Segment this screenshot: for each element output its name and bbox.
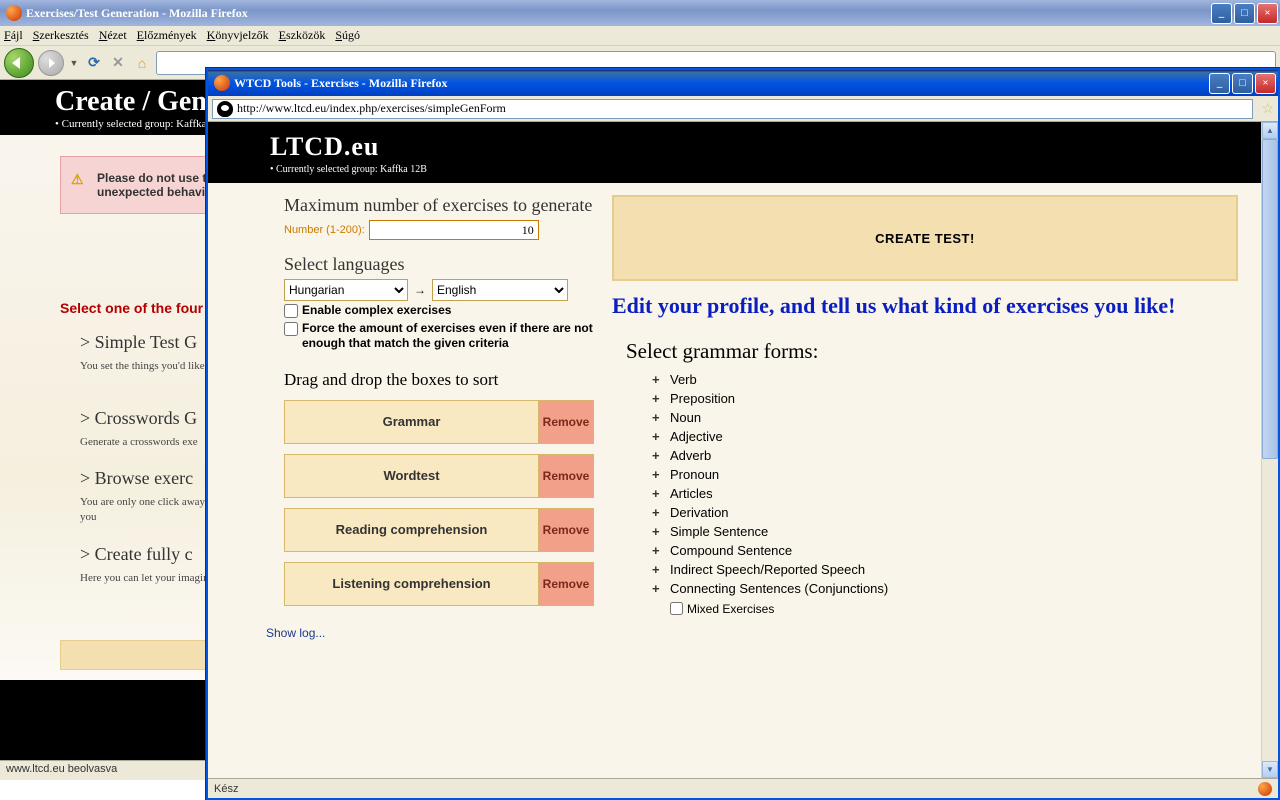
remove-button[interactable]: Remove	[539, 509, 593, 551]
back-button[interactable]	[4, 48, 34, 78]
url-text: http://www.ltcd.eu/index.php/exercises/s…	[237, 101, 506, 116]
fore-url-bar[interactable]: http://www.ltcd.eu/index.php/exercises/s…	[212, 99, 1253, 119]
bg-window-title: Exercises/Test Generation - Mozilla Fire…	[26, 6, 1211, 21]
mixed-exercises-row[interactable]: Mixed Exercises	[670, 602, 1238, 616]
selected-group: Currently selected group: Kaffka 12B	[270, 164, 1278, 175]
firefox-icon	[214, 75, 230, 91]
bg-option-title: > Crosswords G	[80, 408, 198, 429]
maximize-button[interactable]: □	[1234, 3, 1255, 24]
grammar-item[interactable]: Connecting Sentences (Conjunctions)	[652, 579, 1238, 598]
reload-icon[interactable]: ⟳	[84, 53, 104, 73]
grammar-item[interactable]: Adjective	[652, 427, 1238, 446]
fore-toolbar: http://www.ltcd.eu/index.php/exercises/s…	[208, 96, 1278, 122]
fore-page-content: LTCD.eu Currently selected group: Kaffka…	[208, 122, 1278, 778]
enable-complex-row[interactable]: Enable complex exercises	[284, 303, 594, 319]
grammar-item[interactable]: Simple Sentence	[652, 522, 1238, 541]
foreground-firefox-window: WTCD Tools - Exercises - Mozilla Firefox…	[206, 68, 1280, 800]
grammar-forms-list: VerbPrepositionNounAdjectiveAdverbPronou…	[652, 370, 1238, 598]
number-range-label: Number (1-200):	[284, 224, 365, 236]
language-from-select[interactable]: Hungarian	[284, 279, 408, 301]
grammar-item[interactable]: Verb	[652, 370, 1238, 389]
firefox-icon	[6, 5, 22, 21]
mixed-exercises-checkbox[interactable]	[670, 602, 683, 615]
grammar-item[interactable]: Indirect Speech/Reported Speech	[652, 560, 1238, 579]
sort-box-label: Listening comprehension	[285, 563, 539, 605]
arrow-icon: →	[414, 283, 426, 297]
sort-box[interactable]: GrammarRemove	[284, 400, 594, 444]
grammar-item[interactable]: Adverb	[652, 446, 1238, 465]
stop-icon[interactable]: ✕	[108, 53, 128, 73]
forward-button[interactable]	[38, 50, 64, 76]
grammar-item[interactable]: Articles	[652, 484, 1238, 503]
site-header: LTCD.eu Currently selected group: Kaffka…	[208, 122, 1278, 183]
remove-button[interactable]: Remove	[539, 401, 593, 443]
sort-box[interactable]: Reading comprehensionRemove	[284, 508, 594, 552]
close-button[interactable]: ×	[1255, 73, 1276, 94]
force-amount-row[interactable]: Force the amount of exercises even if th…	[284, 321, 594, 352]
fore-window-title: WTCD Tools - Exercises - Mozilla Firefox	[234, 76, 1209, 91]
menu-bookmarks[interactable]: Könyvjelzők	[207, 28, 269, 43]
right-column: CREATE TEST! Edit your profile, and tell…	[612, 195, 1238, 640]
sort-box-label: Wordtest	[285, 455, 539, 497]
fore-status-bar: Kész	[208, 778, 1278, 798]
sort-box[interactable]: WordtestRemove	[284, 454, 594, 498]
force-amount-label: Force the amount of exercises even if th…	[302, 321, 594, 352]
menu-file[interactable]: Fájl	[4, 28, 23, 43]
bg-titlebar[interactable]: Exercises/Test Generation - Mozilla Fire…	[0, 0, 1280, 26]
sort-box[interactable]: Listening comprehensionRemove	[284, 562, 594, 606]
bg-menubar[interactable]: Fájl Szerkesztés Nézet Előzmények Könyvj…	[0, 26, 1280, 46]
show-log-link[interactable]: Show log...	[266, 626, 325, 640]
vertical-scrollbar[interactable]: ▲ ▼	[1261, 122, 1278, 778]
bg-select-heading: Select one of the four	[60, 300, 203, 316]
menu-help[interactable]: Súgó	[335, 28, 360, 43]
favicon-icon	[161, 55, 177, 71]
tux-favicon-icon	[217, 101, 233, 117]
scroll-track[interactable]	[1262, 139, 1278, 761]
left-column: Maximum number of exercises to generate …	[284, 195, 594, 640]
close-button[interactable]: ×	[1257, 3, 1278, 24]
grammar-forms-title: Select grammar forms:	[626, 339, 1238, 364]
menu-view[interactable]: Nézet	[99, 28, 127, 43]
minimize-button[interactable]: _	[1211, 3, 1232, 24]
edit-profile-link[interactable]: Edit your profile, and tell us what kind…	[612, 291, 1238, 321]
firefox-small-icon	[1258, 782, 1272, 796]
bookmark-star-icon[interactable]: ☆	[1261, 100, 1274, 117]
grammar-item[interactable]: Pronoun	[652, 465, 1238, 484]
home-icon[interactable]: ⌂	[132, 53, 152, 73]
grammar-item[interactable]: Compound Sentence	[652, 541, 1238, 560]
select-languages-label: Select languages	[284, 254, 594, 275]
force-amount-checkbox[interactable]	[284, 322, 298, 336]
grammar-item[interactable]: Derivation	[652, 503, 1238, 522]
maximize-button[interactable]: □	[1232, 73, 1253, 94]
menu-edit[interactable]: Szerkesztés	[33, 28, 89, 43]
scroll-thumb[interactable]	[1262, 139, 1278, 459]
bg-option-desc: Generate a crosswords exe	[80, 435, 198, 450]
enable-complex-checkbox[interactable]	[284, 304, 298, 318]
grammar-item[interactable]: Preposition	[652, 389, 1238, 408]
menu-tools[interactable]: Eszközök	[279, 28, 326, 43]
mixed-exercises-label: Mixed Exercises	[687, 602, 774, 616]
number-input[interactable]	[369, 220, 539, 240]
sort-box-label: Grammar	[285, 401, 539, 443]
scroll-down-button[interactable]: ▼	[1262, 761, 1278, 778]
site-title: LTCD.eu	[270, 132, 1278, 162]
status-text: Kész	[214, 783, 238, 795]
sort-box-label: Reading comprehension	[285, 509, 539, 551]
remove-button[interactable]: Remove	[539, 455, 593, 497]
bg-option-crosswords[interactable]: > Crosswords G Generate a crosswords exe	[80, 408, 198, 450]
create-test-button[interactable]: CREATE TEST!	[612, 195, 1238, 281]
drag-drop-label: Drag and drop the boxes to sort	[284, 370, 594, 390]
grammar-item[interactable]: Noun	[652, 408, 1238, 427]
remove-button[interactable]: Remove	[539, 563, 593, 605]
menu-history[interactable]: Előzmények	[137, 28, 197, 43]
scroll-up-button[interactable]: ▲	[1262, 122, 1278, 139]
fore-titlebar[interactable]: WTCD Tools - Exercises - Mozilla Firefox…	[208, 70, 1278, 96]
nav-dropdown[interactable]: ▼	[68, 50, 80, 76]
minimize-button[interactable]: _	[1209, 73, 1230, 94]
language-to-select[interactable]: English	[432, 279, 568, 301]
enable-complex-label: Enable complex exercises	[302, 303, 451, 319]
max-exercises-label: Maximum number of exercises to generate	[284, 195, 594, 216]
